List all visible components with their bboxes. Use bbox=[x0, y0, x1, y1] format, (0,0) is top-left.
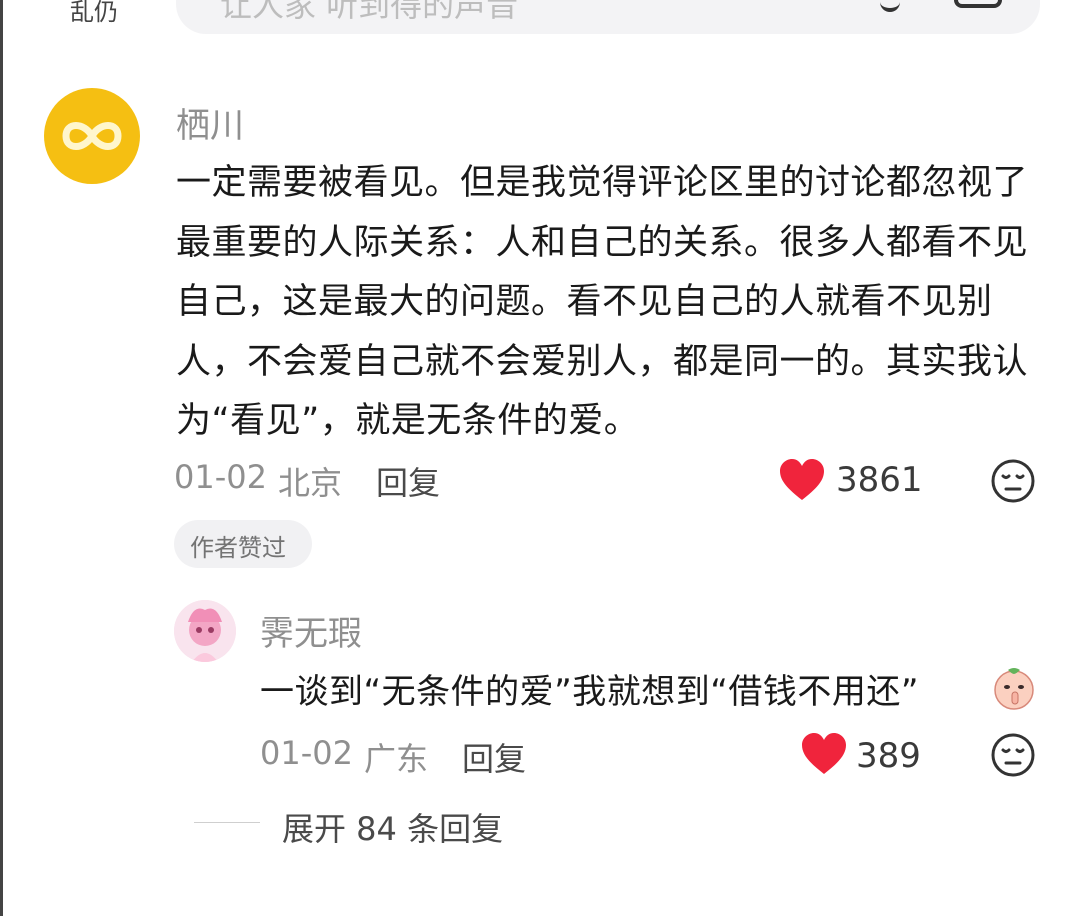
avatar[interactable] bbox=[44, 88, 140, 184]
reply-like-count: 389 bbox=[856, 736, 921, 776]
reply-location: 广东 bbox=[364, 740, 429, 778]
reply-author[interactable]: 霁无瑕 bbox=[260, 606, 362, 655]
comment-input-placeholder: 让人家 听到得的声音 bbox=[220, 0, 519, 24]
comment-text: 一定需要被看见。但是我觉得评论区里的讨论都忽视了最重要的人际关系：人和自己的关系… bbox=[176, 163, 1029, 441]
anime-avatar-icon bbox=[174, 600, 236, 662]
meh-face-icon[interactable] bbox=[990, 458, 1036, 504]
reply-text: 一谈到“无条件的爱”我就想到“借钱不用还” bbox=[260, 672, 919, 712]
heart-icon[interactable] bbox=[778, 458, 826, 502]
expand-replies-button[interactable]: 展开 84 条回复 bbox=[282, 804, 503, 850]
meh-face-icon[interactable] bbox=[990, 732, 1036, 778]
comment-date: 01-02 bbox=[174, 458, 267, 496]
corner-scribble: 乱仍 bbox=[70, 0, 118, 26]
author-liked-badge: 作者赞过 bbox=[174, 520, 312, 568]
heart-icon[interactable] bbox=[800, 732, 848, 776]
author-liked-label: 作者赞过 bbox=[190, 534, 286, 562]
image-icon[interactable] bbox=[954, 0, 1002, 8]
shush-face-emoji bbox=[994, 668, 1034, 710]
like-count: 3861 bbox=[836, 460, 923, 500]
comment-author[interactable]: 栖川 bbox=[176, 98, 244, 147]
reply-date: 01-02 bbox=[260, 734, 353, 772]
at-icon[interactable] bbox=[880, 0, 900, 12]
infinity-icon bbox=[62, 122, 122, 150]
reply-avatar[interactable] bbox=[174, 600, 236, 662]
comment-input[interactable]: 让人家 听到得的声音 bbox=[176, 0, 1040, 34]
left-edge bbox=[0, 0, 3, 916]
comment-location: 北京 bbox=[278, 464, 343, 502]
reply-reply-button[interactable]: 回复 bbox=[462, 734, 526, 780]
expand-divider bbox=[194, 822, 260, 823]
reply-button[interactable]: 回复 bbox=[376, 458, 440, 504]
